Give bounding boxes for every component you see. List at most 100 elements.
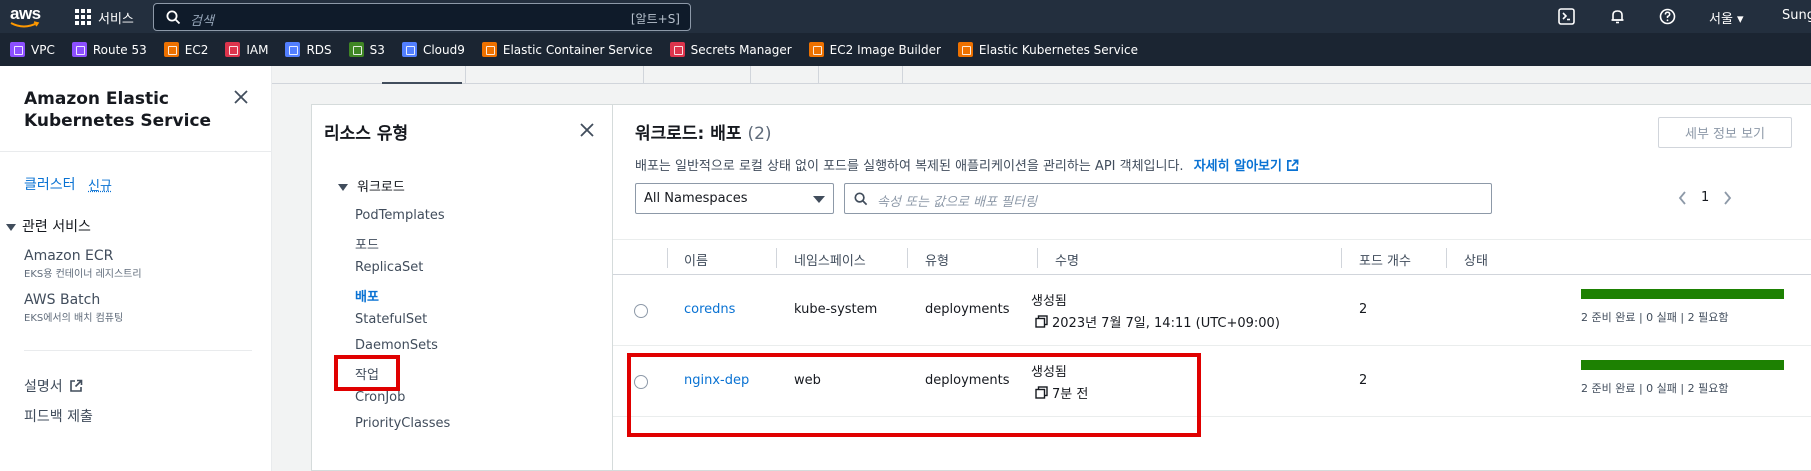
age-value-text: 2023년 7월 7일, 14:11 (UTC+09:00) [1052,312,1280,331]
deployment-filter-input[interactable]: 속성 또는 값으로 배포 필터링 [844,183,1492,214]
favorite-label: EC2 Image Builder [830,43,941,57]
column-type[interactable]: 유형 [925,250,949,269]
column-namespace[interactable]: 네임스페이스 [794,250,866,269]
copy-icon[interactable] [1035,315,1048,328]
favorite-elastic-kubernetes-service[interactable]: Elastic Kubernetes Service [958,42,1138,57]
table-row[interactable]: coredns kube-system deployments 생성됨 2023년 7월… [613,275,1811,346]
age-label: 생성됨 [1031,290,1067,309]
workloads-group-toggle[interactable]: 워크로드 [338,176,405,195]
resource-item[interactable]: CronJob [355,390,405,405]
docs-label: 설명서 [24,376,63,396]
favorite-vpc[interactable]: VPC [10,42,55,57]
column-status[interactable]: 상태 [1464,250,1488,269]
favorite-label: S3 [370,43,385,57]
service-icon [958,42,973,57]
favorite-route-53[interactable]: Route 53 [72,42,147,57]
top-navigation: aws 서비스 검색 [알트+S] 서울 ▾ Sung [0,0,1811,33]
service-icon [482,42,497,57]
chevron-right-icon[interactable] [1723,191,1732,205]
favorites-bar: VPC Route 53 EC2 IAM RDS S3 Cloud9 Elastic Cont… [0,33,1811,66]
service-title: Amazon Elastic Kubernetes Service [24,88,224,132]
description-text: 배포는 일반적으로 로컬 상태 없이 포드를 실행하여 복제된 애플리케이션을 … [635,159,1184,174]
favorite-label: EC2 [185,43,209,57]
deployment-count: (2) [747,124,771,144]
close-icon[interactable] [234,90,248,104]
aws-logo[interactable]: aws [10,4,50,30]
resource-item[interactable]: DaemonSets [355,338,438,353]
favorite-elastic-container-service[interactable]: Elastic Container Service [482,42,653,57]
table-header: 이름 네임스페이스 유형 수명 포드 개수 상태 [613,239,1811,275]
region-selector[interactable]: 서울 ▾ [1709,8,1744,27]
sidebar-item-ecr[interactable]: Amazon ECR EKS용 컨테이너 레지스트리 [24,248,142,280]
resource-item[interactable]: PriorityClasses [355,416,450,431]
highlight-box [627,353,1201,437]
favorite-rds[interactable]: RDS [285,42,331,57]
resource-type-title: 리소스 유형 [324,119,408,144]
sidebar-item-feedback[interactable]: 피드백 제출 [24,406,93,426]
favorite-label: IAM [246,43,268,57]
favorite-s3[interactable]: S3 [349,42,385,57]
service-icon [72,42,87,57]
resource-item[interactable]: ReplicaSet [355,260,423,275]
service-icon [225,42,240,57]
caret-down-icon [338,184,348,191]
caret-down-icon [813,196,825,203]
deployment-name-link[interactable]: coredns [684,302,735,317]
status-progress-bar [1581,360,1784,370]
service-icon [285,42,300,57]
favorite-label: Elastic Container Service [503,43,653,57]
divider [24,350,252,351]
sidebar-item-batch[interactable]: AWS Batch EKS에서의 배치 컴퓨팅 [24,292,123,324]
sidebar-item-docs[interactable]: 설명서 [24,376,83,396]
highlight-box [334,355,400,391]
account-menu[interactable]: Sung [1782,8,1811,23]
global-search-input[interactable]: 검색 [알트+S] [153,3,691,31]
resource-item[interactable]: 배포 [355,286,379,305]
bell-icon[interactable] [1609,8,1626,25]
column-pod-count[interactable]: 포드 개수 [1359,250,1411,269]
pod-count-cell: 2 [1359,302,1367,317]
favorite-secrets-manager[interactable]: Secrets Manager [670,42,792,57]
cloudshell-icon[interactable] [1558,8,1575,25]
sidebar-item-clusters[interactable]: 클러스터 [24,174,76,194]
related-services-toggle[interactable]: 관련 서비스 [6,216,91,236]
services-menu-button[interactable]: 서비스 [75,6,134,28]
resource-item[interactable]: StatefulSet [355,312,427,327]
column-name[interactable]: 이름 [684,250,708,269]
service-icon [809,42,824,57]
learn-more-link[interactable]: 자세히 알아보기 [1194,159,1300,174]
favorite-ec2-image-builder[interactable]: EC2 Image Builder [809,42,941,57]
help-icon[interactable] [1659,8,1676,25]
external-link-icon [69,379,83,393]
chevron-left-icon[interactable] [1678,191,1687,205]
sidebar-item-label: Amazon ECR [24,248,113,264]
new-badge[interactable]: 신규 [88,175,112,194]
row-radio[interactable] [634,304,648,318]
page-number[interactable]: 1 [1701,190,1709,205]
pagination: 1 [1678,190,1732,205]
side-navigation: Amazon Elastic Kubernetes Service 클러스터 신… [0,66,272,471]
namespace-cell: kube-system [794,302,877,317]
favorite-ec2[interactable]: EC2 [164,42,209,57]
page-title: 워크로드: 배포 (2) [635,119,772,144]
service-icon [10,42,25,57]
column-age[interactable]: 수명 [1055,250,1079,269]
pod-count-cell: 2 [1359,373,1367,388]
favorite-label: RDS [306,43,331,57]
search-icon [166,10,181,25]
favorite-iam[interactable]: IAM [225,42,268,57]
resource-item[interactable]: 포드 [355,234,379,253]
close-icon[interactable] [580,123,594,137]
namespace-select[interactable]: All Namespaces [635,183,834,214]
active-tab-indicator [382,82,462,84]
status-progress-fill [1581,360,1784,370]
search-placeholder: 검색 [190,10,214,29]
aws-smile-icon [10,21,40,29]
sidebar-item-sublabel: EKS에서의 배치 컴퓨팅 [24,309,123,324]
search-icon [854,192,868,206]
favorite-cloud9[interactable]: Cloud9 [402,42,465,57]
resource-item[interactable]: PodTemplates [355,208,445,223]
page-description: 배포는 일반적으로 로컬 상태 없이 포드를 실행하여 복제된 애플리케이션을 … [635,155,1299,174]
services-label: 서비스 [98,8,134,27]
view-details-button[interactable]: 세부 정보 보기 [1658,117,1792,148]
